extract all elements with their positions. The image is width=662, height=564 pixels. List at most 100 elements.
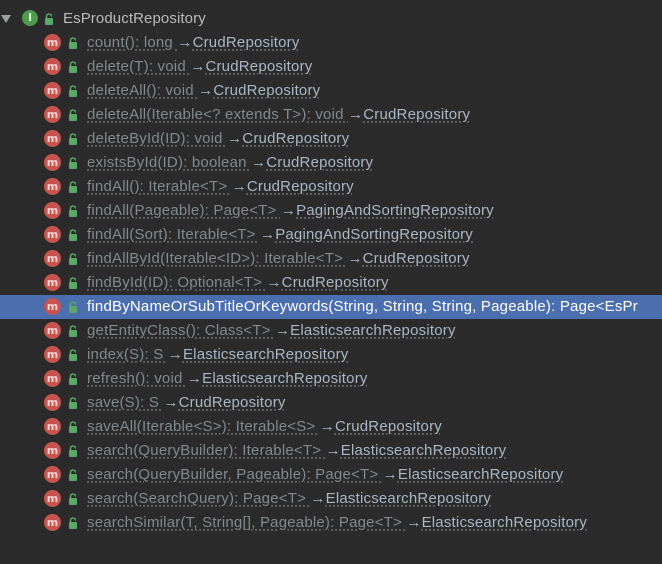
method-signature: delete(T): void [87, 58, 191, 75]
method-row[interactable]: m deleteAll(Iterable<? extends T>): void … [0, 103, 662, 127]
method-row[interactable]: m saveAll(Iterable<S>): Iterable<S> →Crud… [0, 415, 662, 439]
method-icon: m [44, 322, 61, 339]
lock-icon [69, 37, 77, 49]
method-row[interactable]: m findByNameOrSubTitleOrKeywords(String, … [0, 295, 662, 319]
method-label: findAllById(Iterable<ID>): Iterable<T> →… [87, 250, 470, 267]
lock-icon [69, 349, 77, 361]
method-icon: m [44, 154, 61, 171]
method-row[interactable]: m search(SearchQuery): Page<T> →Elasticse… [0, 487, 662, 511]
inherited-arrow: → [163, 394, 179, 411]
lock-icon [69, 229, 77, 241]
method-row[interactable]: m findAll(Sort): Iterable<T> →PagingAndSo… [0, 223, 662, 247]
method-signature: findByNameOrSubTitleOrKeywords(String, S… [87, 298, 638, 315]
method-label: searchSimilar(T, String[], Pageable): Pa… [87, 514, 587, 531]
method-signature: findAll(Sort): Iterable<T> [87, 226, 260, 243]
method-icon: m [44, 466, 61, 483]
method-row[interactable]: m searchSimilar(T, String[], Pageable): P… [0, 511, 662, 535]
lock-icon [69, 373, 77, 385]
inherited-arrow: → [310, 490, 326, 507]
method-label: save(S): S →CrudRepository [87, 394, 286, 411]
lock-icon [69, 445, 77, 457]
method-icon: m [44, 106, 61, 123]
lock-icon [45, 13, 53, 25]
method-row[interactable]: m deleteById(ID): void →CrudRepository [0, 127, 662, 151]
method-icon: m [44, 250, 61, 267]
lock-icon [69, 517, 77, 529]
inherited-arrow: → [231, 178, 247, 195]
method-row[interactable]: m save(S): S →CrudRepository [0, 391, 662, 415]
method-row[interactable]: m getEntityClass(): Class<T> →Elasticsear… [0, 319, 662, 343]
declaring-interface: PagingAndSortingRepository [275, 226, 474, 243]
method-signature: getEntityClass(): Class<T> [87, 322, 275, 339]
declaring-interface: CrudRepository [242, 130, 350, 147]
method-icon: m [44, 346, 61, 363]
lock-icon [69, 421, 77, 433]
method-icon: m [44, 514, 61, 531]
declaring-interface: CrudRepository [205, 58, 313, 75]
method-row[interactable]: m existsById(ID): boolean →CrudRepository [0, 151, 662, 175]
method-row[interactable]: m findAll(): Iterable<T> →CrudRepository [0, 175, 662, 199]
method-row[interactable]: m refresh(): void →ElasticsearchRepositor… [0, 367, 662, 391]
method-label: deleteAll(Iterable<? extends T>): void →… [87, 106, 470, 123]
method-icon: m [44, 418, 61, 435]
lock-icon [69, 205, 77, 217]
inherited-arrow: → [406, 514, 422, 531]
method-icon: m [44, 58, 61, 75]
method-row[interactable]: m search(QueryBuilder, Pageable): Page<T>… [0, 463, 662, 487]
method-row[interactable]: m index(S): S →ElasticsearchRepository [0, 343, 662, 367]
method-icon: m [44, 490, 61, 507]
method-signature: findAll(Pageable): Page<T> [87, 202, 281, 219]
inherited-arrow: → [190, 58, 206, 75]
method-icon: m [44, 82, 61, 99]
method-row[interactable]: m findAll(Pageable): Page<T> →PagingAndSo… [0, 199, 662, 223]
method-label: findAll(): Iterable<T> →CrudRepository [87, 178, 354, 195]
inherited-arrow: → [347, 250, 363, 267]
declaring-interface: CrudRepository [362, 250, 470, 267]
method-row[interactable]: m deleteAll(): void →CrudRepository [0, 79, 662, 103]
lock-icon [69, 133, 77, 145]
lock-icon [69, 325, 77, 337]
inherited-arrow: → [266, 274, 282, 291]
inherited-arrow: → [186, 370, 203, 387]
interface-icon: I [22, 10, 38, 26]
method-signature: search(QueryBuilder): Iterable<T> [87, 442, 326, 459]
structure-tree: I EsProductRepository m count(): long →Cr… [0, 0, 662, 564]
lock-icon [69, 277, 77, 289]
method-icon: m [44, 202, 61, 219]
method-row[interactable]: m findById(ID): Optional<T> →CrudReposito… [0, 271, 662, 295]
triangle-down-icon[interactable] [0, 13, 12, 25]
inherited-arrow: → [251, 154, 267, 171]
method-icon: m [44, 442, 61, 459]
lock-icon [69, 109, 77, 121]
lock-icon [69, 181, 77, 193]
method-signature: search(QueryBuilder, Pageable): Page<T> [87, 466, 383, 483]
method-label: deleteById(ID): void →CrudRepository [87, 130, 349, 147]
method-signature: existsById(ID): boolean [87, 154, 252, 171]
lock-icon [69, 61, 77, 73]
inherited-arrow: → [198, 82, 214, 99]
lock-icon [69, 301, 77, 313]
tree-root-row[interactable]: I EsProductRepository [0, 7, 662, 31]
method-label: index(S): S →ElasticsearchRepository [87, 346, 348, 363]
inherited-arrow: → [348, 106, 364, 123]
method-row[interactable]: m findAllById(Iterable<ID>): Iterable<T> … [0, 247, 662, 271]
inherited-arrow: → [382, 466, 398, 483]
declaring-interface: ElasticsearchRepository [421, 514, 588, 531]
interface-name: EsProductRepository [63, 10, 206, 27]
method-row[interactable]: m delete(T): void →CrudRepository [0, 55, 662, 79]
method-icon: m [44, 370, 61, 387]
method-signature: count(): long [87, 34, 178, 51]
declaring-interface: CrudRepository [334, 418, 442, 435]
method-signature: deleteById(ID): void [87, 130, 228, 147]
method-label: findById(ID): Optional<T> →CrudRepositor… [87, 274, 389, 291]
lock-icon [69, 85, 77, 97]
method-row[interactable]: m search(QueryBuilder): Iterable<T> →Elas… [0, 439, 662, 463]
method-icon: m [44, 34, 61, 51]
inherited-arrow: → [319, 418, 335, 435]
declaring-interface: CrudRepository [281, 274, 389, 291]
declaring-interface: ElasticsearchRepository [397, 466, 564, 483]
inherited-arrow: → [227, 130, 243, 147]
method-row[interactable]: m count(): long →CrudRepository [0, 31, 662, 55]
method-label: refresh(): void →ElasticsearchRepository [87, 370, 368, 387]
method-icon: m [44, 226, 61, 243]
